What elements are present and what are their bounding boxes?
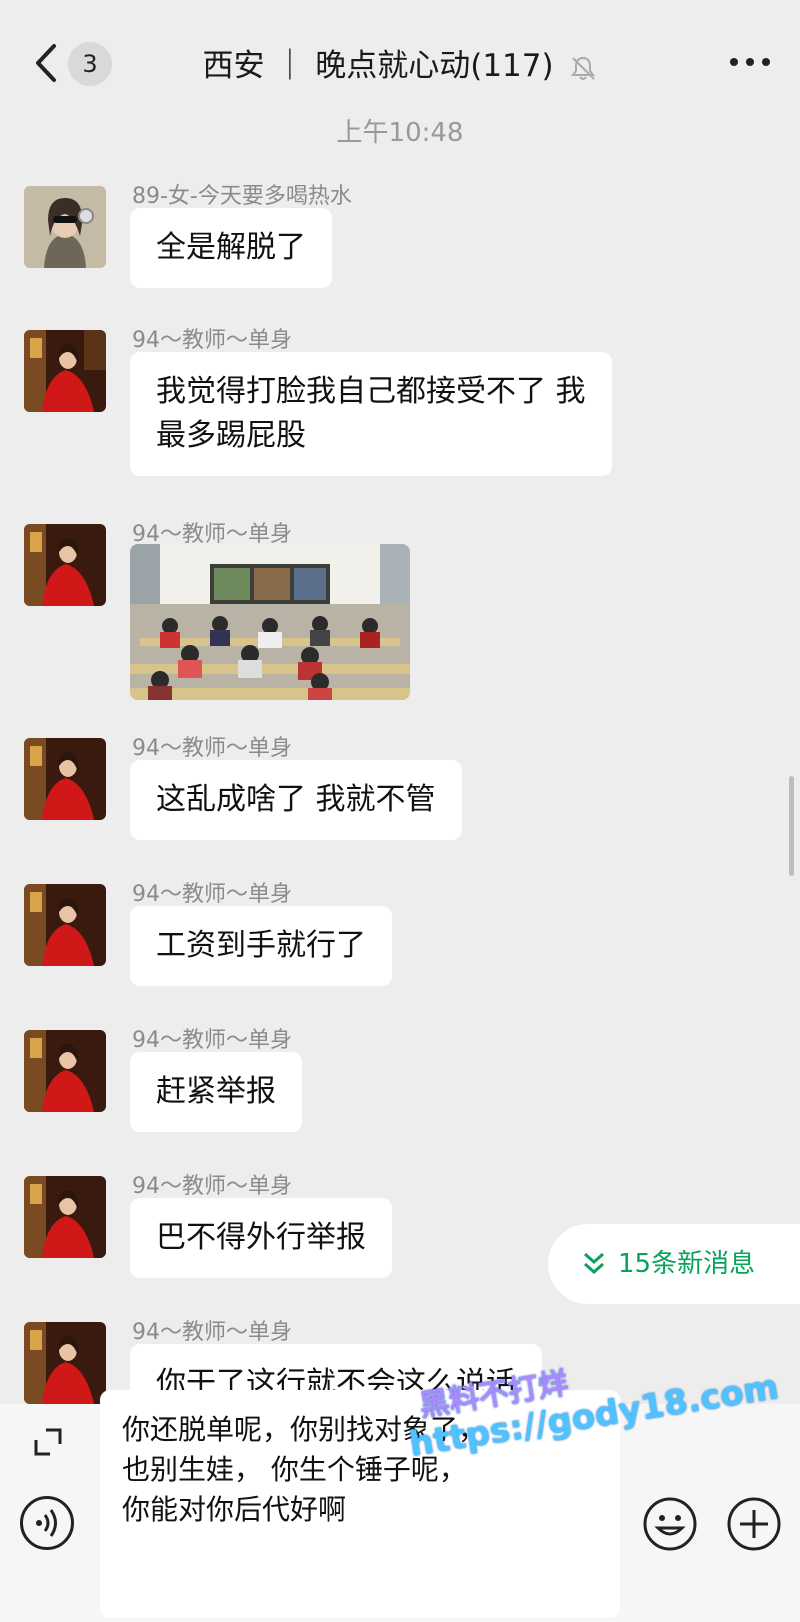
expand-icon[interactable] bbox=[34, 1428, 62, 1456]
scrollbar[interactable] bbox=[789, 776, 794, 876]
chat-title-text: 西安 ｜ 晚点就心动(117) bbox=[202, 48, 554, 84]
avatar[interactable] bbox=[24, 524, 106, 606]
more-options-button[interactable] bbox=[728, 46, 772, 76]
more-dot-icon bbox=[746, 58, 754, 66]
chat-header: 3 西安 ｜ 晚点就心动(117) bbox=[0, 0, 800, 118]
avatar[interactable] bbox=[24, 1176, 106, 1258]
avatar-red-dress-icon bbox=[24, 524, 106, 606]
sender-name: 94～教师～单身 bbox=[132, 736, 292, 761]
more-dot-icon bbox=[762, 58, 770, 66]
avatar[interactable] bbox=[24, 884, 106, 966]
avatar-red-dress-icon bbox=[24, 330, 106, 412]
avatar-red-dress-icon bbox=[24, 1322, 106, 1404]
avatar[interactable] bbox=[24, 330, 106, 412]
sender-name: 94～教师～单身 bbox=[132, 1320, 292, 1345]
sender-name: 94～教师～单身 bbox=[132, 882, 292, 907]
avatar[interactable] bbox=[24, 1322, 106, 1404]
avatar[interactable] bbox=[24, 186, 106, 268]
voice-wave-icon bbox=[36, 1509, 57, 1537]
avatar[interactable] bbox=[24, 738, 106, 820]
avatar[interactable] bbox=[24, 1030, 106, 1112]
classroom-photo[interactable] bbox=[130, 544, 410, 700]
message-timestamp: 上午10:48 bbox=[336, 118, 464, 148]
plus-button[interactable] bbox=[726, 1496, 782, 1552]
message-input-text: 你还脱单呢，你别找对象了， 也别生娃， 你生个锤子呢， 你能对你后代好啊 bbox=[122, 1413, 487, 1526]
message-bubble[interactable]: 工资到手就行了 bbox=[130, 906, 392, 986]
double-chevron-down-icon bbox=[584, 1252, 604, 1275]
sender-name: 94～教师～单身 bbox=[132, 1028, 292, 1053]
message-bubble[interactable]: 全是解脱了 bbox=[130, 208, 332, 288]
chat-title: 西安 ｜ 晚点就心动(117) bbox=[0, 40, 800, 85]
new-messages-label: 15条新消息 bbox=[618, 1249, 756, 1279]
avatar-red-dress-icon bbox=[24, 1176, 106, 1258]
voice-input-button[interactable] bbox=[20, 1496, 74, 1550]
avatar-girl-headphones-icon bbox=[24, 186, 106, 268]
sender-name: 94～教师～单身 bbox=[132, 1174, 292, 1199]
input-bar: 你还脱单呢，你别找对象了， 也别生娃， 你生个锤子呢， 你能对你后代好啊 bbox=[0, 1390, 800, 1622]
message-bubble[interactable]: 这乱成啥了 我就不管 bbox=[130, 760, 462, 840]
message-input[interactable]: 你还脱单呢，你别找对象了， 也别生娃， 你生个锤子呢， 你能对你后代好啊 bbox=[100, 1390, 620, 1618]
message-bubble[interactable]: 巴不得外行举报 bbox=[130, 1198, 392, 1278]
more-dot-icon bbox=[730, 58, 738, 66]
emoji-button[interactable] bbox=[642, 1496, 698, 1552]
new-messages-button[interactable]: 15条新消息 bbox=[548, 1224, 800, 1304]
classroom-image bbox=[130, 544, 410, 700]
message-bubble[interactable]: 我觉得打脸我自己都接受不了 我 最多踢屁股 bbox=[130, 352, 612, 476]
sender-name: 89-女-今天要多喝热水 bbox=[132, 184, 352, 209]
avatar-red-dress-icon bbox=[24, 1030, 106, 1112]
avatar-red-dress-icon bbox=[24, 738, 106, 820]
avatar-red-dress-icon bbox=[24, 884, 106, 966]
mute-bell-icon bbox=[571, 56, 596, 80]
message-bubble[interactable]: 赶紧举报 bbox=[130, 1052, 302, 1132]
sender-name: 94～教师～单身 bbox=[132, 328, 292, 353]
